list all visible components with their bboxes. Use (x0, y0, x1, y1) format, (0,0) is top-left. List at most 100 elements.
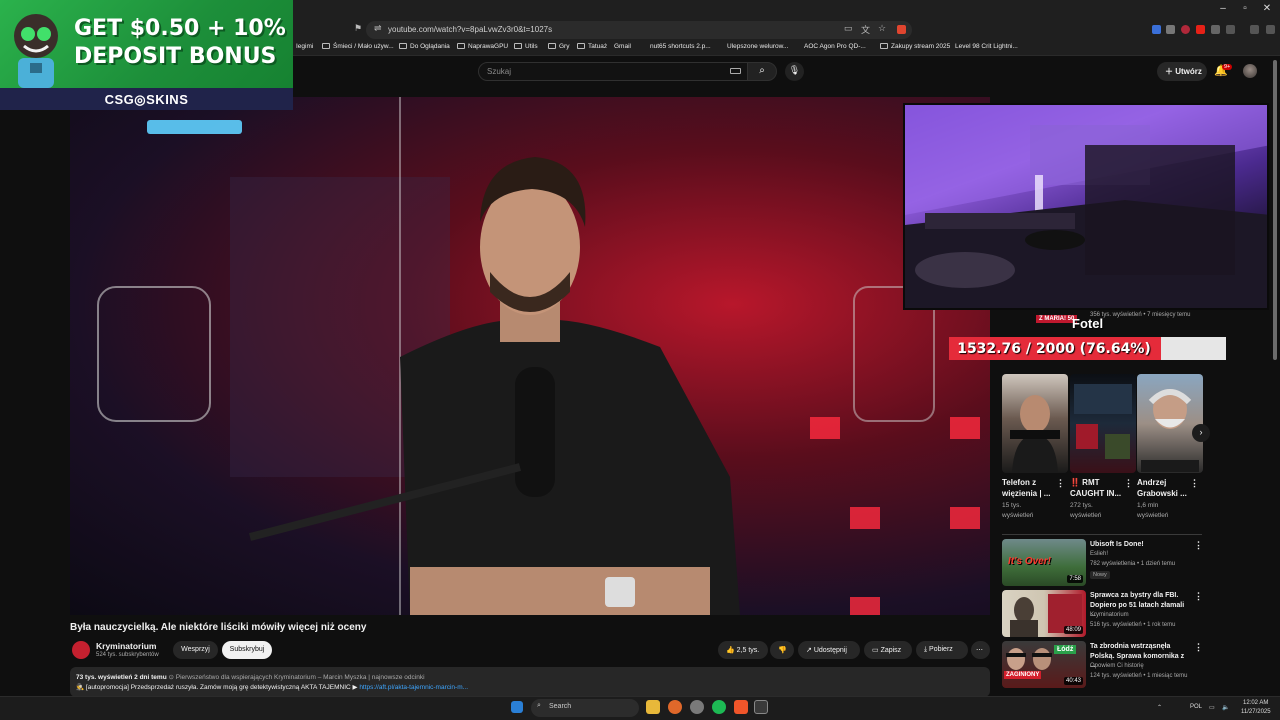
youtube-extension-icon[interactable] (1196, 25, 1205, 34)
chevron-right-icon[interactable]: › (1192, 424, 1210, 442)
windows-start-icon[interactable] (511, 701, 523, 713)
bookmark[interactable]: Gry (548, 43, 569, 50)
address-bar[interactable]: youtube.com/watch?v=8paLvwZv3r0&t=1027s (366, 21, 912, 39)
more-vert-icon[interactable]: ⋮ (1194, 540, 1203, 551)
like-count: 2,5 tys. (736, 647, 760, 654)
description-link[interactable]: https://aft.pl/akta-tajemnic-marcin-m... (359, 684, 468, 691)
download-button[interactable]: ⤓ Pobierz (916, 641, 968, 659)
more-vert-icon[interactable]: ⋮ (1190, 478, 1199, 489)
media-icon[interactable] (1250, 25, 1259, 34)
video-thumbnail[interactable]: 48:09 (1002, 590, 1086, 637)
duration-badge: 48:09 (1063, 626, 1083, 634)
short-thumbnail[interactable] (1070, 374, 1136, 473)
brave-icon[interactable] (734, 700, 748, 714)
bookmark[interactable]: Level 98 Crit Lightni... (955, 43, 1018, 50)
like-button[interactable]: 👍 2,5 tys. (718, 641, 768, 659)
short-title[interactable]: ‼️ RMT CAUGHT IN... (1070, 477, 1128, 499)
app-icon[interactable] (754, 700, 768, 714)
keyboard-icon[interactable] (730, 68, 741, 74)
short-thumbnail[interactable] (1002, 374, 1068, 473)
video-thumbnail[interactable]: It's Over! 7:58 (1002, 539, 1086, 586)
bookmark-icon[interactable]: ⚑ (354, 23, 362, 34)
recommended-channel[interactable]: Opowiem Ci historię (1090, 663, 1144, 669)
bookmark[interactable]: Utils (514, 43, 538, 50)
chevron-up-icon[interactable]: ⌃ (1157, 704, 1162, 711)
puzzle-icon[interactable] (1211, 25, 1220, 34)
firefox-icon[interactable] (668, 700, 682, 714)
brave-shield-icon[interactable] (897, 25, 906, 34)
bookmark[interactable]: AOC Agon Pro QD-... (804, 43, 866, 50)
recommended-channel[interactable]: Eslieh! (1090, 551, 1108, 557)
share-button[interactable]: ↗ Udostępnij (798, 641, 860, 659)
bookmark[interactable]: Iegimi (296, 43, 313, 50)
save-button[interactable]: ▭ Zapisz (864, 641, 912, 659)
bookmark[interactable]: Do Oglądania (399, 43, 450, 50)
bookmark[interactable]: nut65 shortcuts 2.p... (650, 43, 711, 50)
maximize-icon[interactable]: ▫ (1234, 3, 1256, 14)
donation-progress-bar: 1532.76 / 2000 (76.64%) (949, 337, 1226, 360)
spotify-icon[interactable] (712, 700, 726, 714)
taskbar-search-label: Search (549, 703, 572, 710)
translate-icon[interactable]: 文 (861, 23, 870, 36)
video-title: Była nauczycielką. Ale niektóre liściki … (70, 622, 367, 633)
more-vert-icon[interactable]: ⋮ (1194, 591, 1203, 602)
extension-icon[interactable] (1181, 25, 1190, 34)
channel-avatar[interactable] (72, 641, 90, 659)
minimize-icon[interactable]: – (1212, 3, 1234, 14)
dislike-button[interactable]: 👎 (770, 641, 794, 659)
more-actions-button[interactable]: ⋯ (971, 641, 990, 659)
video-player[interactable] (70, 97, 990, 615)
bookmark[interactable]: Tatuaż (577, 43, 607, 50)
page-scrollbar[interactable] (1273, 60, 1277, 360)
bookmark[interactable]: Gmail (614, 43, 631, 50)
video-thumbnail[interactable]: Łódź ZAGINIONY 40:43 (1002, 641, 1086, 688)
cast-icon[interactable]: ▭ (844, 23, 853, 34)
file-explorer-icon[interactable] (646, 700, 660, 714)
site-info-icon[interactable]: ⇌ (374, 23, 382, 34)
more-vert-icon[interactable]: ⋮ (1194, 642, 1203, 653)
network-icon[interactable]: ▭ (1209, 704, 1215, 711)
extension-icon[interactable] (1166, 25, 1175, 34)
search-button[interactable]: ⌕ (747, 62, 777, 81)
more-vert-icon[interactable]: ⋮ (1056, 478, 1065, 489)
donation-progress-text: 1532.76 / 2000 (76.64%) (957, 341, 1151, 357)
clock-date[interactable]: 11/27/2025 (1241, 709, 1271, 715)
subscribe-button[interactable]: Subskrybuj (222, 641, 272, 659)
channel-name[interactable]: Kryminatorium (96, 641, 156, 651)
description-box[interactable] (70, 667, 990, 697)
webcam-frame (905, 105, 1267, 308)
menu-icon[interactable] (1266, 25, 1275, 34)
ad-brand: CSG◎SKINS (0, 88, 293, 110)
more-icon: ⋯ (976, 647, 983, 654)
language-indicator[interactable]: POL (1190, 704, 1202, 710)
support-button[interactable]: Wesprzyj (173, 641, 218, 659)
taskbar (0, 696, 1280, 720)
star-icon[interactable]: ☆ (878, 23, 886, 34)
recommended-channel[interactable]: Kryminatorium (1090, 612, 1129, 618)
clock-time[interactable]: 12:02 AM (1243, 700, 1268, 706)
more-vert-icon[interactable]: ⋮ (1124, 478, 1133, 489)
recommended-title[interactable]: Ubisoft Is Done! (1090, 540, 1190, 550)
search-input[interactable]: Szukaj (478, 62, 748, 81)
search-icon: ⌕ (537, 702, 541, 709)
taskbar-search[interactable]: ⌕ Search (531, 699, 639, 717)
avatar[interactable] (1243, 64, 1257, 78)
bookmark[interactable]: NaprawaGPU (457, 43, 508, 50)
short-title[interactable]: Telefon z więzienia | ... (1002, 477, 1060, 499)
bookmark[interactable]: Ulepszone welurow... (727, 43, 788, 50)
bookmark[interactable]: Zakupy stream 2025 (880, 43, 950, 50)
bookmark[interactable]: Śmieci / Mało używ... (322, 43, 394, 50)
short-thumbnail[interactable] (1137, 374, 1203, 473)
mic-icon[interactable]: 🎙 (785, 62, 804, 81)
sidebar-icon[interactable] (1226, 25, 1235, 34)
thumbs-down-icon: 👎 (778, 647, 787, 654)
obs-icon[interactable] (690, 700, 704, 714)
extension-icon[interactable] (1152, 25, 1161, 34)
short-title[interactable]: Andrzej Grabowski ... (1137, 477, 1195, 499)
thumbs-up-icon: 👍 (726, 647, 737, 654)
close-icon[interactable]: ✕ (1256, 3, 1278, 14)
create-button[interactable]: ＋ Utwórz (1157, 62, 1207, 81)
sponsor-ad[interactable]: GET $0.50 + 10% DEPOSIT BONUS CSG◎SKINS (0, 0, 293, 110)
recommended-meta: 782 wyświetlenia • 1 dzień temu (1090, 561, 1176, 567)
volume-icon[interactable]: 🔈 (1222, 704, 1229, 711)
